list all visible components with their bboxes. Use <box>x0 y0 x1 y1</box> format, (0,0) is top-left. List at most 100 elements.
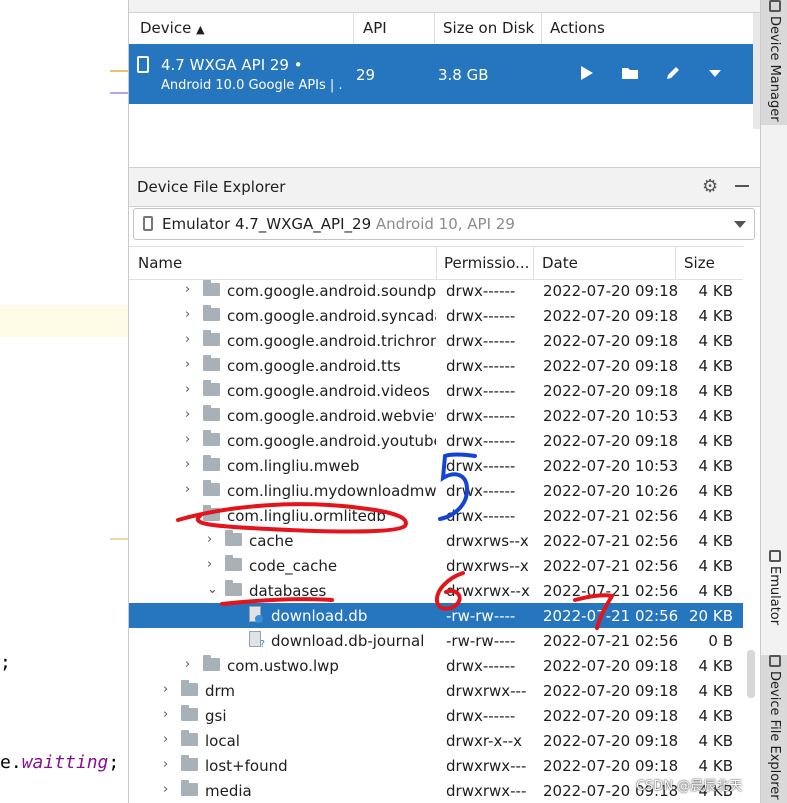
file-permissions: drwx------ <box>446 457 516 475</box>
file-name: code_cache <box>249 557 338 575</box>
file-date: 2022-07-20 09:18 <box>543 432 679 450</box>
file-tree-row[interactable]: › com.google.android.trichron drwx------ 20… <box>129 328 743 353</box>
tab-device-file-explorer[interactable]: Device File Explorer <box>761 655 787 803</box>
file-date: 2022-07-21 02:56 <box>543 557 679 575</box>
chevron-right-icon[interactable]: › <box>185 382 190 397</box>
code-field: waitting <box>21 752 109 773</box>
file-tree-row[interactable]: › com.google.android.youtube drwx------ 202… <box>129 428 743 453</box>
minimize-icon[interactable] <box>735 185 749 187</box>
device-selector[interactable]: Emulator 4.7_WXGA_API_29 Android 10, API… <box>133 208 755 240</box>
file-tree-row[interactable]: › code_cache drwxrws--x 2022-07-21 02:56 4 K… <box>129 553 743 578</box>
chevron-right-icon[interactable]: › <box>185 432 190 447</box>
file-permissions: drwx------ <box>446 657 516 675</box>
file-date: 2022-07-20 09:18 <box>543 707 679 725</box>
tab-emulator[interactable]: Emulator <box>761 550 787 635</box>
folder-icon <box>203 330 220 346</box>
chevron-right-icon[interactable]: › <box>185 357 190 372</box>
chevron-right-icon[interactable]: › <box>185 407 190 422</box>
column-permissions[interactable]: Permissio... <box>444 254 532 272</box>
file-name: com.google.android.youtube <box>227 432 436 450</box>
file-tree-row[interactable]: › gsi drwx------ 2022-07-20 09:18 4 KB <box>129 703 743 728</box>
file-tree-row[interactable]: › com.ustwo.lwp drwx------ 2022-07-20 09:18… <box>129 653 743 678</box>
chevron-right-icon[interactable]: › <box>163 757 168 772</box>
file-tree-row[interactable]: › com.google.android.syncada drwx------ 202… <box>129 303 743 328</box>
file-size: 4 KB <box>698 407 733 425</box>
file-name: gsi <box>205 707 227 725</box>
file-tree-row[interactable]: › drm drwxrwx--- 2022-07-20 09:18 4 KB <box>129 678 743 703</box>
file-tree-row[interactable]: ⌄ databases drwxrwx--x 2022-07-21 02:56 4 KB <box>129 578 743 603</box>
gear-icon[interactable]: ⚙ <box>702 176 718 197</box>
file-tree-row[interactable]: › local drwxr-x--x 2022-07-20 09:18 4 KB <box>129 728 743 753</box>
device-manager-icon <box>768 0 781 12</box>
phone-icon <box>143 216 153 231</box>
column-name[interactable]: Name <box>138 254 182 272</box>
file-tree-row[interactable]: › com.google.android.soundp drwx------ 2022… <box>129 278 743 303</box>
chevron-right-icon[interactable]: › <box>207 532 212 547</box>
editor-marker-line <box>110 70 128 72</box>
folder-icon <box>203 280 220 296</box>
column-separator[interactable] <box>353 13 354 44</box>
code-text: e. <box>0 752 22 773</box>
column-date[interactable]: Date <box>542 254 578 272</box>
file-tree-row[interactable]: › com.google.android.webview drwx------ 202… <box>129 403 743 428</box>
column-actions[interactable]: Actions <box>550 19 605 37</box>
file-tree-row[interactable]: › com.google.android.videos drwx------ 2022… <box>129 378 743 403</box>
file-tree-row[interactable]: › com.google.android.tts drwx------ 2022-07… <box>129 353 743 378</box>
file-tree-row[interactable]: download.db -rw-rw---- 2022-07-21 02:56 20 … <box>129 603 743 628</box>
chevron-down-icon[interactable]: ⌄ <box>207 582 218 597</box>
chevron-right-icon[interactable]: › <box>185 307 190 322</box>
file-tree-row[interactable]: › com.lingliu.mydownloadmw drwx------ 2022-… <box>129 478 743 503</box>
tab-device-manager[interactable]: Device Manager <box>761 0 787 125</box>
file-size: 20 KB <box>689 607 733 625</box>
chevron-right-icon[interactable]: › <box>163 707 168 722</box>
more-actions-button[interactable] <box>702 60 728 86</box>
column-size[interactable]: Size <box>684 254 715 272</box>
file-tree-row[interactable]: download.db-journal -rw-rw---- 2022-07-21 … <box>129 628 743 653</box>
chevron-right-icon[interactable]: › <box>185 657 190 672</box>
file-tree-row[interactable]: › cache drwxrws--x 2022-07-21 02:56 4 KB <box>129 528 743 553</box>
file-tree-scrollbar[interactable] <box>747 650 755 698</box>
chevron-right-icon[interactable]: › <box>185 457 190 472</box>
device-name: Emulator 4.7_WXGA_API_29 <box>162 215 372 233</box>
file-permissions: drwx------ <box>446 282 516 300</box>
file-name: com.google.android.syncada <box>227 307 436 325</box>
chevron-right-icon[interactable]: › <box>207 557 212 572</box>
chevron-right-icon[interactable]: › <box>185 332 190 347</box>
chevron-right-icon[interactable]: › <box>163 782 168 797</box>
device-subtitle: Android 10.0 Google APIs | . <box>161 78 343 93</box>
file-name: com.lingliu.mweb <box>227 457 360 475</box>
file-date: 2022-07-21 02:56 <box>543 632 679 650</box>
column-device[interactable]: Device ▲ <box>140 19 205 37</box>
column-separator[interactable] <box>541 13 542 44</box>
chevron-right-icon[interactable]: › <box>185 282 190 297</box>
column-separator[interactable] <box>675 247 676 279</box>
run-button[interactable] <box>574 60 600 86</box>
edit-device-button[interactable] <box>660 60 686 86</box>
chevron-right-icon[interactable]: › <box>185 482 190 497</box>
file-name: drm <box>205 682 236 700</box>
chevron-right-icon[interactable]: › <box>163 682 168 697</box>
file-tree: › com.google.android.soundp drwx------ 2022… <box>129 278 743 803</box>
file-tree-row[interactable]: ⌄ com.lingliu.ormlitedb drwx------ 2022-07-… <box>129 503 743 528</box>
column-separator[interactable] <box>533 247 534 279</box>
device-api: 29 <box>356 66 376 84</box>
device-selector-label: Emulator 4.7_WXGA_API_29 Android 10, API… <box>162 215 515 233</box>
column-separator[interactable] <box>436 247 437 279</box>
chevron-right-icon[interactable]: › <box>163 732 168 747</box>
file-date: 2022-07-20 09:18 <box>543 682 679 700</box>
chevron-down-icon[interactable]: ⌄ <box>185 507 196 522</box>
unknown-file-icon <box>249 631 265 650</box>
open-files-button[interactable] <box>617 60 643 86</box>
column-separator[interactable] <box>434 13 435 44</box>
tab-label: Emulator <box>767 566 782 626</box>
device-row[interactable]: 4.7 WXGA API 29 • Android 10.0 Google AP… <box>129 44 761 104</box>
file-permissions: drwx------ <box>446 482 516 500</box>
editor-code-line: ; <box>0 652 11 673</box>
file-permissions: drwxr-x--x <box>446 732 523 750</box>
file-name: com.google.android.soundp <box>227 282 436 300</box>
file-tree-row[interactable]: › com.lingliu.mweb drwx------ 2022-07-20 10… <box>129 453 743 478</box>
file-size: 4 KB <box>698 532 733 550</box>
folder-icon <box>622 68 638 79</box>
column-size[interactable]: Size on Disk <box>443 19 534 37</box>
column-api[interactable]: API <box>363 19 387 37</box>
